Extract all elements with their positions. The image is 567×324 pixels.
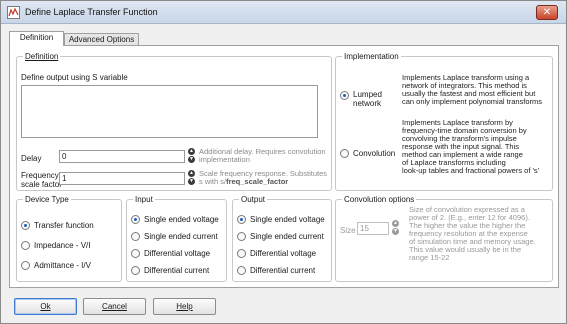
title-bar[interactable]: Define Laplace Transfer Function ✕ <box>1 1 566 24</box>
ok-button-label: Ok <box>40 302 51 311</box>
tab-panel: Definition Define output using S variabl… <box>9 45 559 288</box>
definition-group-title: Definition <box>23 52 61 61</box>
delay-spinner[interactable]: ▲ ▼ <box>188 148 196 164</box>
lumped-description: Implements Laplace transform using a net… <box>402 74 552 106</box>
radio-icon[interactable] <box>340 149 349 158</box>
output-option-label: Single ended voltage <box>250 215 325 224</box>
size-spinner[interactable]: ▲ ▼ <box>392 220 400 236</box>
cancel-button-label: Cancel <box>102 302 127 311</box>
output-group-title: Output <box>239 195 268 204</box>
convolution-desc-line: look-up tables and fractional powers of … <box>402 166 540 175</box>
lumped-desc-line: can only implement polynomial transforms <box>402 97 543 106</box>
radio-icon[interactable] <box>21 241 30 250</box>
input-group-title: Input <box>133 195 155 204</box>
radio-icon[interactable] <box>131 232 140 241</box>
implementation-group-title: Implementation <box>342 52 401 61</box>
expression-input[interactable] <box>21 85 318 138</box>
app-icon <box>7 6 20 19</box>
radio-icon[interactable] <box>131 266 140 275</box>
ok-button[interactable]: Ok <box>14 298 77 315</box>
tab-definition[interactable]: Definition <box>9 31 64 46</box>
frequency-scale-hint-prefix: s with s/ <box>199 177 227 186</box>
radio-icon[interactable] <box>21 221 30 230</box>
frequency-scale-spinner[interactable]: ▲ ▼ <box>188 170 196 186</box>
input-option-label: Single ended current <box>144 232 218 241</box>
output-option-label: Differential voltage <box>250 249 317 258</box>
output-option-label: Differential current <box>250 266 316 275</box>
frequency-scale-hint: Scale frequency response. Substitutes s … <box>199 170 331 186</box>
size-desc-line: range 15-22 <box>409 253 450 262</box>
frequency-scale-label-line2: scale factor <box>21 180 62 189</box>
close-icon[interactable]: ✕ <box>536 5 558 20</box>
radio-icon[interactable] <box>131 249 140 258</box>
convolution-description: Implements Laplace transform by frequenc… <box>402 119 552 175</box>
device-type-option-label: Transfer function <box>34 221 94 230</box>
radio-icon[interactable] <box>237 266 246 275</box>
delay-label: Delay <box>21 154 42 163</box>
device-type-option-label: Admittance - I/V <box>34 261 91 270</box>
convolution-size-description: Size of convolution expressed as a power… <box>409 206 552 262</box>
radio-icon[interactable] <box>131 215 140 224</box>
radio-icon[interactable] <box>237 215 246 224</box>
output-option-label: Single ended current <box>250 232 324 241</box>
radio-icon[interactable] <box>237 249 246 258</box>
radio-icon[interactable] <box>237 232 246 241</box>
convolution-options-group-title: Convolution options <box>342 195 417 204</box>
delay-input[interactable]: 0 <box>59 150 185 163</box>
radio-icon[interactable] <box>21 261 30 270</box>
device-type-group-title: Device Type <box>23 195 71 204</box>
convolution-options-group: Convolution options Size 15 ▲ ▼ Size of c… <box>335 195 553 282</box>
input-group: Input Single ended voltage Single ended … <box>126 195 227 282</box>
input-option-label: Differential voltage <box>144 249 211 258</box>
implementation-group: Implementation Lumped network Implements… <box>335 52 553 191</box>
frequency-scale-label-line1: Frequency <box>21 171 59 180</box>
input-option-label: Differential current <box>144 266 210 275</box>
help-button-label: Help <box>176 302 193 311</box>
size-input[interactable]: 15 <box>357 222 389 235</box>
device-type-option-label: Impedance - V/I <box>34 241 91 250</box>
window-title: Define Laplace Transfer Function <box>25 7 158 17</box>
cancel-button[interactable]: Cancel <box>83 298 146 315</box>
convolution-label: Convolution <box>353 149 396 158</box>
lumped-label-line2: network <box>353 99 382 108</box>
radio-icon[interactable] <box>340 91 349 100</box>
lumped-label-line1: Lumped <box>353 90 382 99</box>
device-type-group: Device Type Transfer function Impedance … <box>16 195 122 282</box>
frequency-scale-hint-bold: freq_scale_factor <box>226 177 289 186</box>
input-option-label: Single ended voltage <box>144 215 219 224</box>
size-label: Size <box>340 226 356 235</box>
frequency-scale-input[interactable]: 1 <box>59 172 185 185</box>
laplace-dialog: Define Laplace Transfer Function ✕ Defin… <box>0 0 567 324</box>
definition-group: Definition Define output using S variabl… <box>16 52 332 191</box>
expression-prompt: Define output using S variable <box>21 73 128 82</box>
delay-hint: Additional delay. Requires convolution i… <box>199 147 326 164</box>
output-group: Output Single ended voltage Single ended… <box>232 195 332 282</box>
help-button[interactable]: Help <box>153 298 216 315</box>
